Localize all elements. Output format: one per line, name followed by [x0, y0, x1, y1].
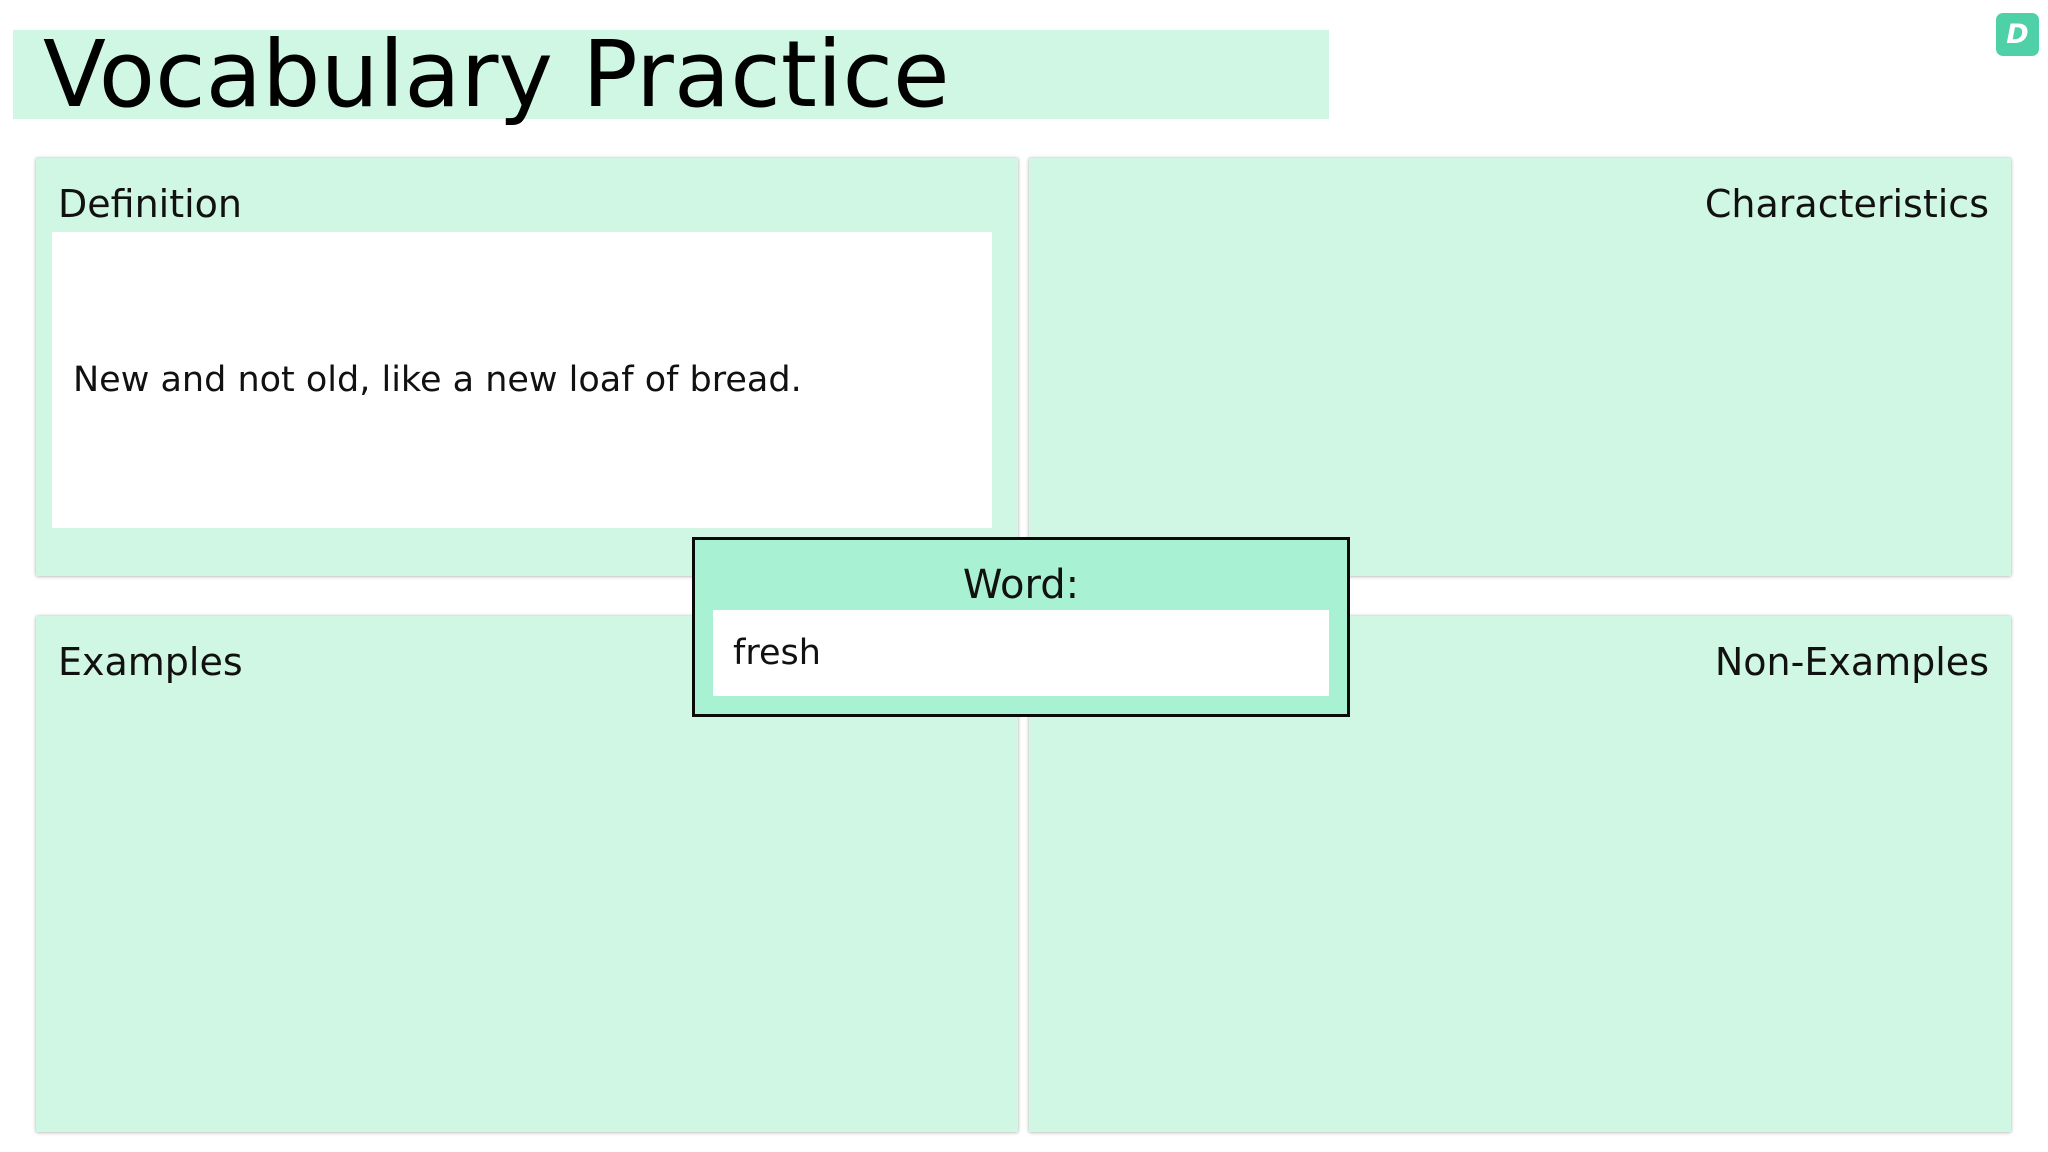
vocabulary-practice-page: Vocabulary Practice D Definition New and… — [0, 0, 2048, 1152]
definition-label: Definition — [58, 182, 243, 226]
word-box: Word: fresh — [692, 537, 1350, 717]
non-examples-label: Non-Examples — [1714, 640, 1989, 684]
definition-text: New and not old, like a new loaf of brea… — [73, 360, 802, 400]
word-label: Word: — [962, 562, 1080, 608]
page-title: Vocabulary Practice — [43, 21, 950, 128]
app-logo-icon: D — [1996, 13, 2039, 56]
title-banner: Vocabulary Practice — [13, 21, 1329, 128]
examples-label: Examples — [58, 640, 243, 684]
definition-text-box[interactable]: New and not old, like a new loaf of brea… — [52, 232, 992, 528]
definition-panel: Definition New and not old, like a new l… — [36, 158, 1018, 576]
word-value: fresh — [733, 633, 821, 673]
characteristics-panel[interactable]: Characteristics — [1029, 158, 2011, 576]
word-input[interactable]: fresh — [713, 610, 1329, 696]
characteristics-label: Characteristics — [1704, 182, 1989, 226]
